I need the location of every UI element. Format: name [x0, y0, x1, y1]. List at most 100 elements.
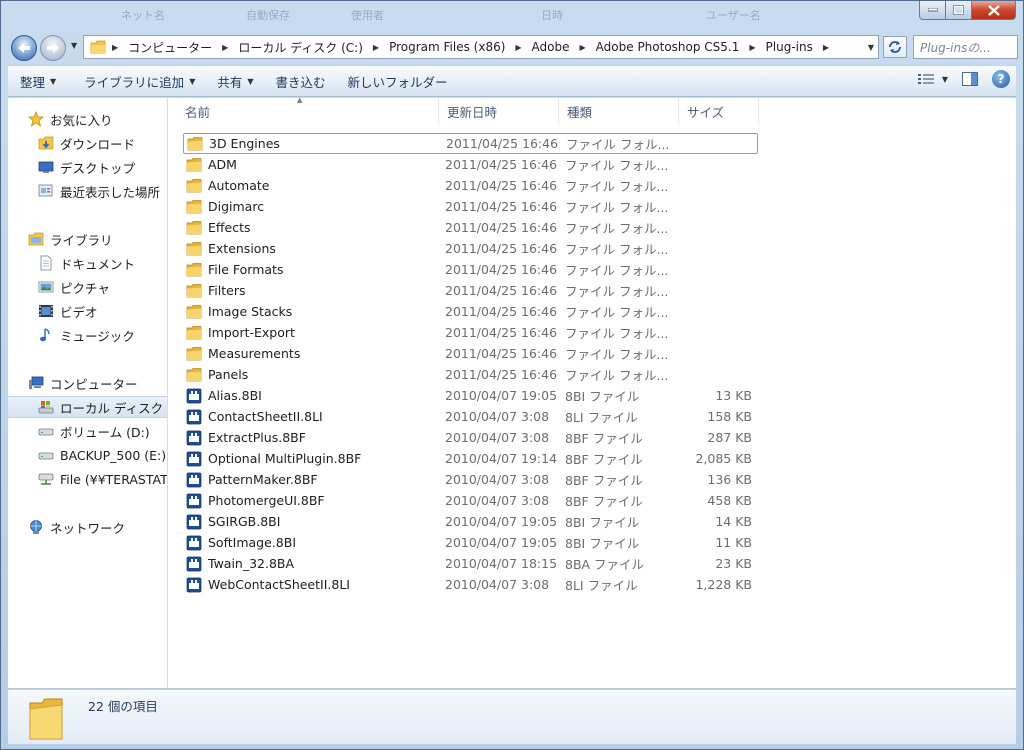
file-row[interactable]: Twain_32.8BA 2010/04/07 18:15 8BA ファイル 23 K…	[183, 553, 758, 574]
folder-icon	[90, 40, 106, 54]
organize-button[interactable]: 整理 ▼	[10, 68, 66, 94]
folder-row[interactable]: ADM 2011/04/25 16:46 ファイル フォル...	[183, 154, 758, 175]
file-row[interactable]: Optional MultiPlugin.8BF 2010/04/07 19:14…	[183, 448, 758, 469]
nav-libraries[interactable]: ライブラリ	[8, 228, 167, 250]
search-input[interactable]: Plug-insの...	[913, 35, 1018, 59]
burn-button[interactable]: 書き込む	[266, 68, 336, 94]
system-drive-icon	[38, 399, 54, 415]
breadcrumb-separator[interactable]: ▶	[743, 43, 761, 52]
nav-network-file[interactable]: File (¥¥TERASTATION)	[8, 468, 167, 490]
nav-favorites[interactable]: お気に入り	[8, 108, 167, 130]
nav-backup-e[interactable]: BACKUP_500 (E:)	[8, 444, 167, 466]
nav-local-disk-c[interactable]: ローカル ディスク (C:)	[8, 396, 167, 418]
nav-documents[interactable]: ドキュメント	[8, 252, 167, 274]
breadcrumb-separator[interactable]: ▶	[509, 43, 527, 52]
picture-icon	[38, 279, 54, 295]
column-header-date[interactable]: 更新日時	[439, 98, 559, 124]
file-type: 8BI ファイル	[565, 389, 640, 404]
nav-videos-label: ビデオ	[60, 304, 98, 320]
file-name: Image Stacks	[208, 304, 293, 319]
file-type: ファイル フォル...	[565, 326, 669, 341]
file-size: 11 KB	[715, 535, 752, 550]
plugin-file-icon	[186, 430, 202, 446]
folder-row[interactable]: Panels 2011/04/25 16:46 ファイル フォル...	[183, 364, 758, 385]
details-pane: 22 個の項目	[8, 690, 1016, 744]
file-row[interactable]: SGIRGB.8BI 2010/04/07 19:05 8BI ファイル 14 KB	[183, 511, 758, 532]
folder-row[interactable]: Effects 2011/04/25 16:46 ファイル フォル...	[183, 217, 758, 238]
breadcrumb-separator[interactable]: ▶	[817, 43, 835, 52]
nav-computer[interactable]: コンピューター	[8, 372, 167, 394]
nav-pictures[interactable]: ピクチャ	[8, 276, 167, 298]
back-button[interactable]	[11, 35, 37, 61]
new-folder-button[interactable]: 新しいフォルダー	[338, 68, 458, 94]
file-name: File Formats	[208, 262, 284, 277]
file-row[interactable]: PatternMaker.8BF 2010/04/07 3:08 8BF ファイル 1…	[183, 469, 758, 490]
file-row[interactable]: PhotomergeUI.8BF 2010/04/07 3:08 8BF ファイル 4…	[183, 490, 758, 511]
breadcrumb-photoshop[interactable]: Adobe Photoshop CS5.1	[592, 40, 744, 54]
folder-row[interactable]: Import-Export 2011/04/25 16:46 ファイル フォル...	[183, 322, 758, 343]
file-row[interactable]: ContactSheetII.8LI 2010/04/07 3:08 8LI ファイ…	[183, 406, 758, 427]
help-icon[interactable]: ?	[992, 70, 1010, 88]
file-type: ファイル フォル...	[565, 305, 669, 320]
folder-row[interactable]: Measurements 2011/04/25 16:46 ファイル フォル...	[183, 343, 758, 364]
cell-name: Extensions	[183, 241, 445, 257]
file-size: 14 KB	[715, 514, 752, 529]
cell-name: PatternMaker.8BF	[183, 472, 445, 488]
cell-name: Automate	[183, 178, 445, 194]
breadcrumb-separator[interactable]: ▶	[367, 43, 385, 52]
address-bar[interactable]: ▶ コンピューター ▶ ローカル ディスク (C:) ▶ Program Fil…	[83, 35, 879, 59]
nav-network[interactable]: ネットワーク	[8, 516, 167, 538]
file-row[interactable]: Alias.8BI 2010/04/07 19:05 8BI ファイル 13 KB	[183, 385, 758, 406]
folder-row[interactable]: Automate 2011/04/25 16:46 ファイル フォル...	[183, 175, 758, 196]
nav-desktop[interactable]: デスクトップ	[8, 156, 167, 178]
nav-music[interactable]: ミュージック	[8, 324, 167, 346]
folder-row[interactable]: Digimarc 2011/04/25 16:46 ファイル フォル...	[183, 196, 758, 217]
plugin-file-icon	[186, 451, 202, 467]
address-history-dropdown[interactable]: ▼	[868, 43, 874, 52]
breadcrumb-adobe[interactable]: Adobe	[528, 40, 574, 54]
column-header-type[interactable]: 種類	[559, 98, 679, 124]
folder-row[interactable]: Extensions 2011/04/25 16:46 ファイル フォル...	[183, 238, 758, 259]
breadcrumb-computer[interactable]: コンピューター	[124, 39, 216, 56]
file-row[interactable]: SoftImage.8BI 2010/04/07 19:05 8BI ファイル 11 …	[183, 532, 758, 553]
nav-videos[interactable]: ビデオ	[8, 300, 167, 322]
file-date: 2011/04/25 16:46	[445, 367, 558, 382]
breadcrumb-program-files[interactable]: Program Files (x86)	[385, 40, 509, 54]
breadcrumb-separator[interactable]: ▶	[106, 43, 124, 52]
folder-row[interactable]: Filters 2011/04/25 16:46 ファイル フォル...	[183, 280, 758, 301]
plugin-file-icon	[186, 556, 202, 572]
file-row[interactable]: ExtractPlus.8BF 2010/04/07 3:08 8BF ファイル 28…	[183, 427, 758, 448]
folder-icon	[186, 199, 202, 215]
change-view-button[interactable]: ▼	[917, 73, 948, 85]
folder-row[interactable]: Image Stacks 2011/04/25 16:46 ファイル フォル...	[183, 301, 758, 322]
add-to-library-button[interactable]: ライブラリに追加 ▼	[74, 68, 205, 94]
column-header-name[interactable]: 名前 ▲	[177, 96, 439, 124]
file-date: 2011/04/25 16:46	[445, 199, 558, 214]
nav-recent-places[interactable]: 最近表示した場所	[8, 180, 167, 202]
breadcrumb-local-disk[interactable]: ローカル ディスク (C:)	[234, 39, 367, 56]
maximize-button[interactable]	[946, 1, 972, 20]
file-type: ファイル フォル...	[565, 221, 669, 236]
column-header-size[interactable]: サイズ	[679, 98, 759, 124]
breadcrumb-plugins[interactable]: Plug-ins	[762, 40, 817, 54]
column-headers: 名前 ▲ 更新日時 種類 サイズ	[177, 96, 759, 124]
folder-row[interactable]: File Formats 2011/04/25 16:46 ファイル フォル...	[183, 259, 758, 280]
breadcrumb-separator[interactable]: ▶	[216, 43, 234, 52]
forward-button[interactable]	[40, 35, 66, 61]
minimize-button[interactable]	[919, 1, 946, 20]
breadcrumb-separator[interactable]: ▶	[574, 43, 592, 52]
refresh-button[interactable]	[883, 36, 907, 58]
bg-tab: 日時	[541, 9, 563, 22]
nav-downloads[interactable]: ダウンロード	[8, 132, 167, 154]
nav-volume-d[interactable]: ボリューム (D:)	[8, 420, 167, 442]
folder-row[interactable]: 3D Engines 2011/04/25 16:46 ファイル フォル...	[183, 133, 758, 154]
file-type: ファイル フォル...	[565, 263, 669, 278]
share-button[interactable]: 共有 ▼	[207, 68, 263, 94]
recent-pages-dropdown[interactable]: ▼	[71, 41, 77, 50]
cell-name: Optional MultiPlugin.8BF	[183, 451, 445, 467]
preview-pane-icon[interactable]	[962, 72, 978, 86]
file-row[interactable]: WebContactSheetII.8LI 2010/04/07 3:08 8LI …	[183, 574, 758, 595]
video-icon	[38, 303, 54, 319]
folder-icon	[186, 178, 202, 194]
close-button[interactable]	[972, 1, 1016, 20]
